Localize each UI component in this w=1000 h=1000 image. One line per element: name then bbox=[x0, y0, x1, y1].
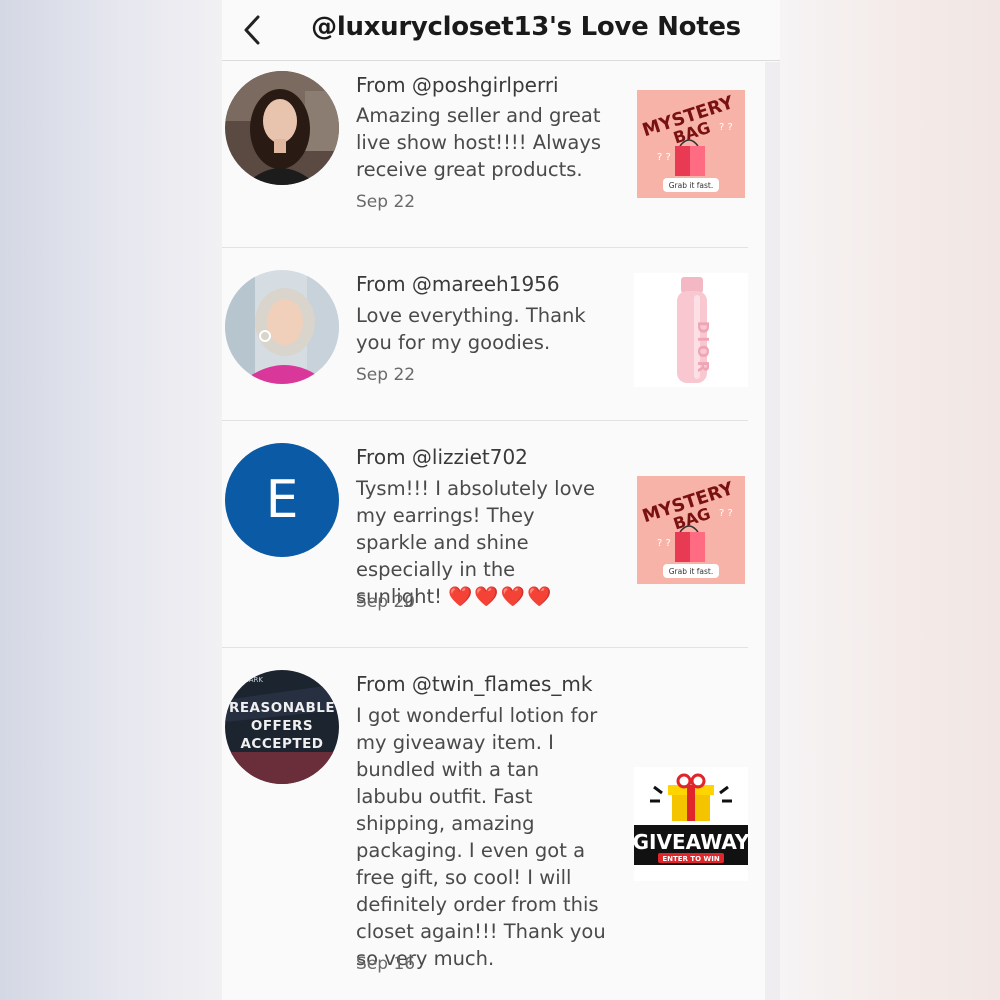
dior-label: DIOR bbox=[694, 321, 712, 375]
heart-emojis: ❤️❤️❤️❤️ bbox=[448, 585, 554, 608]
love-note-item: From @poshgirlperri Amazing seller and g… bbox=[222, 62, 765, 247]
listing-thumbnail[interactable]: MYSTERY BAG ? ? ? ? Grab it fast. bbox=[637, 476, 745, 584]
love-note-item: SHMARK REASONABLE OFFERS ACCEPTED From @… bbox=[222, 648, 765, 1000]
header-bar: @luxurycloset13's Love Notes bbox=[222, 0, 780, 61]
avatar-top-text: SHMARK bbox=[233, 676, 263, 684]
scrollbar[interactable] bbox=[765, 62, 780, 1000]
avatar-text-line3: ACCEPTED bbox=[240, 736, 323, 752]
note-message: Love everything. Thank you for my goodie… bbox=[356, 304, 586, 354]
note-date: Sep 16 bbox=[356, 954, 416, 974]
note-date: Sep 20 bbox=[356, 592, 416, 612]
avatar-text-line1: REASONABLE bbox=[229, 700, 335, 716]
note-sender[interactable]: From @twin_flames_mk bbox=[356, 672, 592, 696]
page-title: @luxurycloset13's Love Notes bbox=[311, 12, 741, 42]
note-date: Sep 22 bbox=[356, 192, 416, 212]
avatar[interactable] bbox=[225, 71, 339, 185]
mystery-bag-caption: Grab it fast. bbox=[669, 567, 714, 576]
svg-text:? ?: ? ? bbox=[657, 152, 671, 163]
avatar-letter: E bbox=[265, 470, 299, 530]
chevron-left-icon bbox=[244, 15, 260, 45]
avatar[interactable]: E bbox=[225, 443, 339, 557]
note-date: Sep 22 bbox=[356, 365, 416, 385]
avatar[interactable] bbox=[225, 270, 339, 384]
mystery-bag-caption: Grab it fast. bbox=[669, 181, 714, 190]
svg-text:? ?: ? ? bbox=[657, 538, 671, 549]
giveaway-subtitle: ENTER TO WIN bbox=[662, 855, 720, 863]
love-note-item: E From @lizziet702 Tysm!!! I absolutely … bbox=[222, 421, 765, 647]
note-sender[interactable]: From @poshgirlperri bbox=[356, 73, 559, 97]
svg-text:? ?: ? ? bbox=[719, 508, 733, 519]
avatar-text-line2: OFFERS bbox=[251, 718, 313, 734]
svg-text:? ?: ? ? bbox=[719, 122, 733, 133]
note-sender[interactable]: From @mareeh1956 bbox=[356, 272, 560, 296]
note-sender[interactable]: From @lizziet702 bbox=[356, 445, 528, 469]
back-button[interactable] bbox=[232, 10, 272, 50]
listing-thumbnail[interactable]: DIOR bbox=[634, 273, 748, 387]
note-message: I got wonderful lotion for my giveaway i… bbox=[356, 704, 606, 970]
avatar[interactable]: SHMARK REASONABLE OFFERS ACCEPTED bbox=[225, 670, 339, 784]
listing-thumbnail[interactable]: MYSTERY BAG ? ? ? ? Grab it fast. bbox=[637, 90, 745, 198]
listing-thumbnail[interactable]: GIVEAWAY ENTER TO WIN bbox=[634, 767, 748, 881]
love-note-item: From @mareeh1956 Love everything. Thank … bbox=[222, 248, 765, 420]
note-message: Amazing seller and great live show host!… bbox=[356, 104, 602, 181]
note-message: Tysm!!! I absolutely love my earrings! T… bbox=[356, 475, 604, 610]
giveaway-title: GIVEAWAY bbox=[634, 830, 748, 854]
